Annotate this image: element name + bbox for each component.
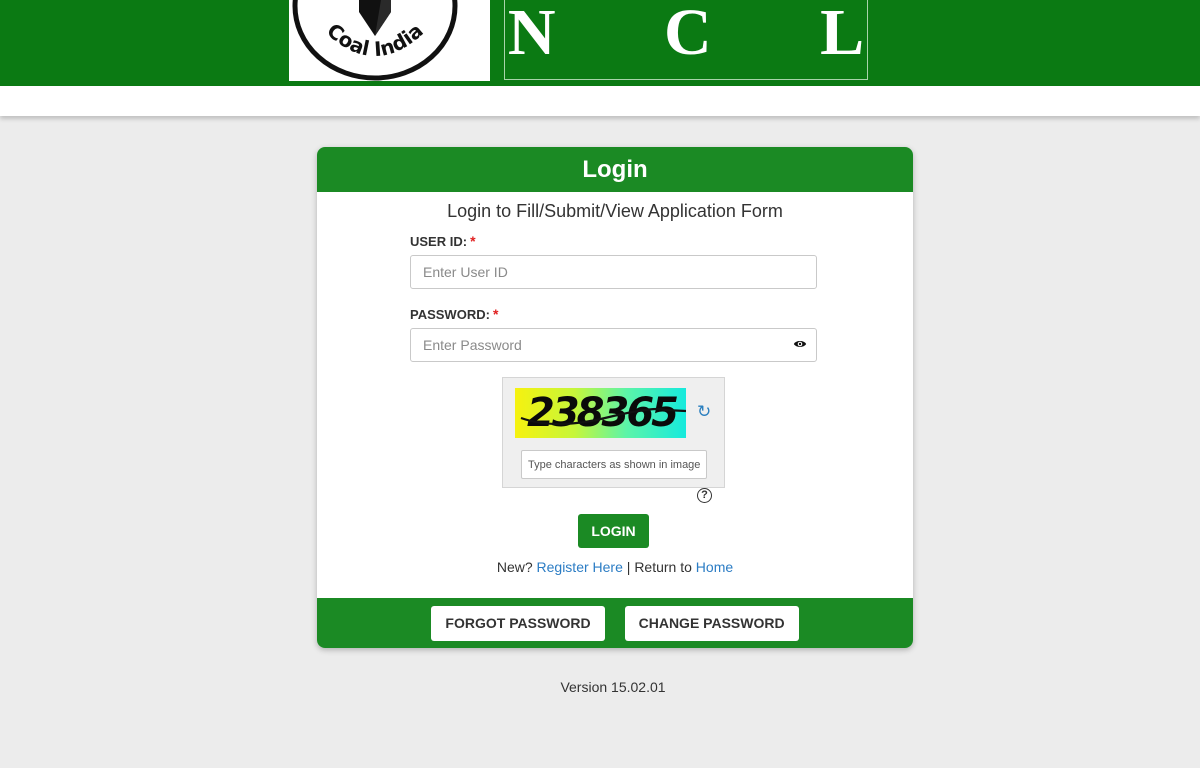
home-link[interactable]: Home — [696, 559, 733, 575]
captcha-container: 238365 ↻ — [502, 377, 725, 488]
ncl-brand-box: N C L — [504, 0, 868, 80]
forgot-password-button[interactable]: FORGOT PASSWORD — [431, 605, 605, 641]
return-to-text: Return to — [634, 559, 692, 575]
change-password-button[interactable]: CHANGE PASSWORD — [624, 605, 799, 641]
login-card-footer: FORGOT PASSWORD CHANGE PASSWORD — [317, 598, 913, 648]
user-id-label: USER ID: * — [410, 233, 476, 249]
required-mark: * — [492, 306, 499, 322]
coal-india-logo: Coal India — [289, 0, 490, 81]
help-icon[interactable]: ? — [697, 488, 712, 503]
user-id-label-text: USER ID: — [410, 234, 468, 249]
register-here-link[interactable]: Register Here — [537, 559, 623, 575]
refresh-icon[interactable]: ↻ — [697, 402, 711, 422]
password-input[interactable] — [410, 328, 817, 362]
header-divider-strip — [0, 86, 1200, 116]
captcha-noise-line — [520, 407, 686, 426]
eye-icon[interactable] — [793, 337, 807, 351]
captcha-image: 238365 — [515, 388, 686, 438]
password-label: PASSWORD: * — [410, 306, 498, 322]
help-symbol: ? — [701, 489, 708, 501]
login-card: Login Login to Fill/Submit/View Applicat… — [317, 147, 913, 648]
login-button[interactable]: LOGIN — [578, 514, 649, 548]
new-prefix: New? — [496, 559, 533, 575]
register-line: New? Register Here | Return to Home — [317, 559, 913, 575]
user-id-input[interactable] — [410, 255, 817, 289]
password-label-text: PASSWORD: — [410, 307, 490, 322]
captcha-input[interactable] — [521, 450, 707, 479]
login-subtitle: Login to Fill/Submit/View Application Fo… — [447, 201, 783, 221]
ncl-brand-text: N C L — [507, 0, 911, 69]
login-title: Login — [582, 155, 648, 183]
version-text: Version 15.02.01 — [560, 679, 666, 695]
required-mark: * — [470, 233, 476, 249]
separator: | — [626, 559, 631, 575]
login-card-header: Login — [317, 147, 913, 192]
